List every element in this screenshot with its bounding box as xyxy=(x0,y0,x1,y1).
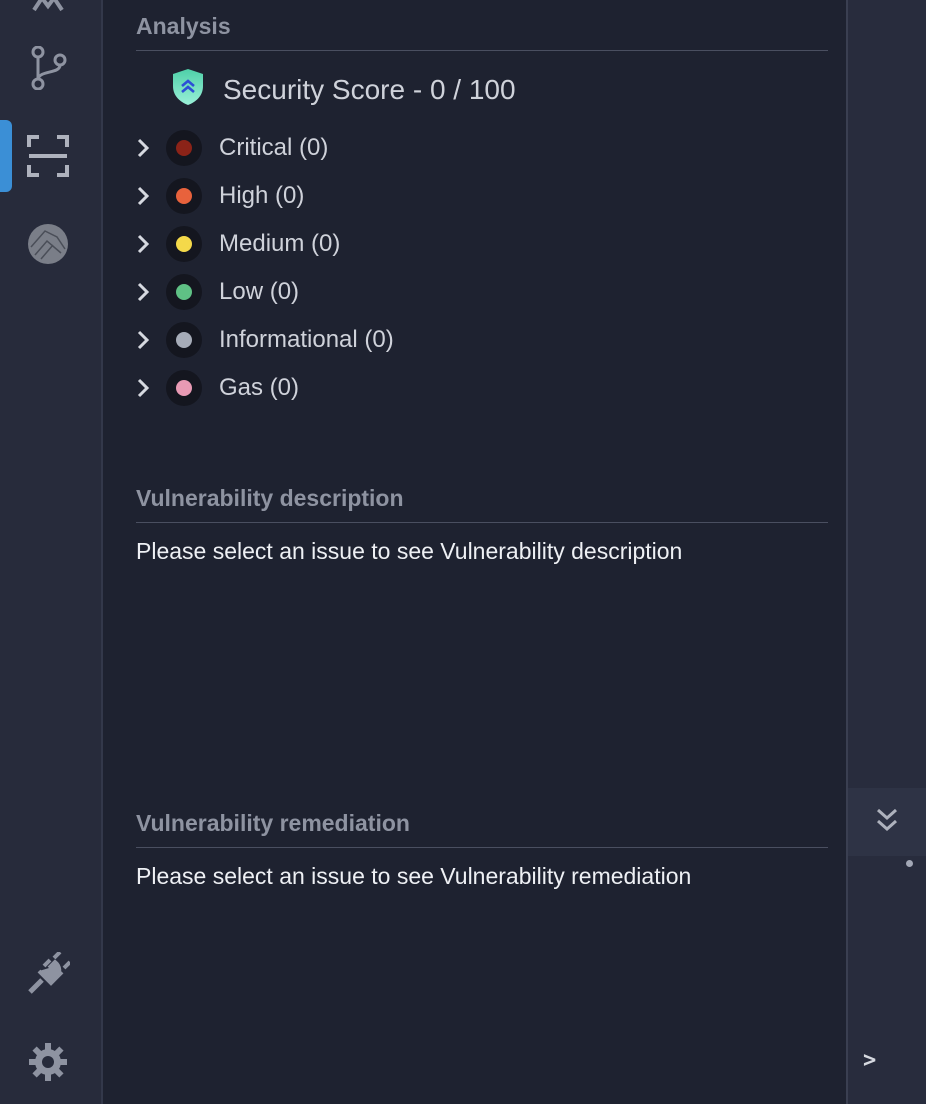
severity-dot xyxy=(166,178,202,214)
analysis-panel: Analysis Security Score - 0 / 100 Critic… xyxy=(103,0,848,1104)
chevron-right-icon[interactable] xyxy=(136,176,166,216)
severity-row[interactable]: Informational (0) xyxy=(136,320,394,360)
severity-dot xyxy=(166,130,202,166)
severity-label: Gas (0) xyxy=(219,374,300,401)
vulnerability-description-text: Please select an issue to see Vulnerabil… xyxy=(136,538,683,564)
severity-row[interactable]: Low (0) xyxy=(136,272,299,312)
vulnerability-remediation-heading: Vulnerability remediation xyxy=(136,810,828,848)
analysis-heading: Analysis xyxy=(136,13,828,51)
severity-row[interactable]: High (0) xyxy=(136,176,304,216)
severity-row[interactable]: Medium (0) xyxy=(136,224,340,264)
scroll-indicator xyxy=(906,860,913,867)
severity-label: Critical (0) xyxy=(219,134,329,161)
vulnerability-description-heading: Vulnerability description xyxy=(136,485,828,523)
severity-dot xyxy=(166,226,202,262)
chevron-right-icon[interactable] xyxy=(136,320,166,360)
severity-label: Medium (0) xyxy=(219,230,341,257)
shield-icon xyxy=(171,68,205,111)
chevron-double-down-icon xyxy=(875,807,899,838)
scan-icon[interactable] xyxy=(0,116,96,196)
severity-dot xyxy=(166,370,202,406)
chevron-right-icon[interactable] xyxy=(136,272,166,312)
severity-row[interactable]: Critical (0) xyxy=(136,128,328,168)
severity-label: High (0) xyxy=(219,182,305,209)
activity-bar xyxy=(0,0,103,1104)
security-score: Security Score - 0 / 100 xyxy=(171,68,516,111)
chevron-right-icon[interactable] xyxy=(136,128,166,168)
right-strip: > xyxy=(848,0,926,1104)
source-control-icon[interactable] xyxy=(0,28,96,108)
vulnerability-remediation-text: Please select an issue to see Vulnerabil… xyxy=(136,863,692,889)
severity-label: Informational (0) xyxy=(219,326,394,353)
chevron-right-icon[interactable] xyxy=(136,224,166,264)
chevron-right-icon[interactable] xyxy=(136,368,166,408)
plug-icon[interactable] xyxy=(0,934,96,1014)
severity-row[interactable]: Gas (0) xyxy=(136,368,299,408)
avatar[interactable] xyxy=(0,204,96,284)
severity-dot xyxy=(166,322,202,358)
severity-dot xyxy=(166,274,202,310)
terminal-prompt[interactable]: > xyxy=(863,1048,876,1073)
gear-icon[interactable] xyxy=(0,1022,96,1102)
severity-label: Low (0) xyxy=(219,278,300,305)
collapse-button[interactable] xyxy=(848,788,926,856)
security-score-label: Security Score - 0 / 100 xyxy=(223,73,516,105)
